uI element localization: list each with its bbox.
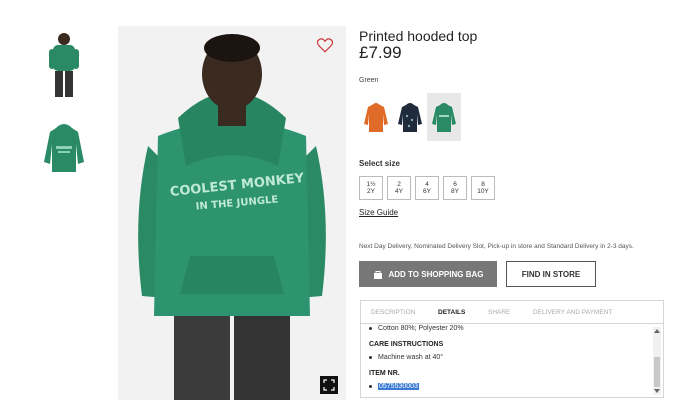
scroll-down-icon[interactable]	[654, 389, 660, 393]
care-text: Machine wash at 40°	[378, 354, 444, 361]
size-bottom: 6Y	[423, 188, 431, 195]
size-option[interactable]: 1½ 2Y	[359, 176, 383, 200]
care-item: Machine wash at 40°	[369, 354, 443, 361]
composition-item: Cotton 80%; Polyester 20%	[369, 325, 464, 332]
care-heading: CARE INSTRUCTIONS	[369, 341, 444, 348]
product-price: £7.99	[359, 43, 402, 62]
size-bottom: 8Y	[451, 188, 459, 195]
main-product-image: COOLEST MONKEY IN THE JUNGLE	[118, 26, 346, 400]
wishlist-heart-icon[interactable]	[316, 36, 334, 54]
size-bottom: 4Y	[395, 188, 403, 195]
size-option[interactable]: 2 4Y	[387, 176, 411, 200]
size-option[interactable]: 4 6Y	[415, 176, 439, 200]
green-hoodie-icon	[432, 103, 456, 132]
thumbnail-product[interactable]	[40, 112, 88, 184]
size-top: 8	[481, 181, 485, 188]
tab-details[interactable]: DETAILS	[438, 309, 465, 316]
add-to-bag-label: ADD TO SHOPPING BAG	[388, 269, 484, 279]
select-size-label: Select size	[359, 159, 400, 168]
size-options: 1½ 2Y 2 4Y 4 6Y 6 8Y 8 10Y	[359, 176, 495, 200]
model-figure	[138, 34, 326, 400]
scroll-thumb[interactable]	[654, 357, 660, 387]
shopping-bag-icon	[373, 270, 382, 279]
scroll-up-icon[interactable]	[654, 329, 660, 333]
tab-bar: DESCRIPTION DETAILS SHARE DELIVERY AND P…	[361, 301, 663, 324]
item-nr-item: 0575530003	[369, 383, 419, 390]
swatch-orange[interactable]	[359, 93, 393, 141]
size-top: 2	[397, 181, 401, 188]
thumbnail-model-image	[49, 33, 79, 97]
tab-delivery-payment[interactable]: DELIVERY AND PAYMENT	[533, 309, 612, 316]
orange-hoodie-icon	[364, 103, 388, 132]
tab-share[interactable]: SHARE	[488, 309, 510, 316]
size-top: 4	[425, 181, 429, 188]
selected-color-name: Green	[359, 77, 379, 84]
size-option[interactable]: 8 10Y	[471, 176, 495, 200]
details-scrollbar[interactable]	[653, 327, 661, 395]
size-bottom: 10Y	[477, 188, 489, 195]
item-number-text: 0575530003	[378, 383, 419, 390]
size-top: 1½	[366, 181, 376, 188]
size-bottom: 2Y	[367, 188, 375, 195]
fullscreen-icon[interactable]	[320, 376, 338, 394]
thumbnail-product-image	[44, 124, 84, 172]
product-title: Printed hooded top	[359, 28, 478, 44]
product-info-tabs: DESCRIPTION DETAILS SHARE DELIVERY AND P…	[360, 300, 664, 398]
swatch-navy[interactable]	[393, 93, 427, 141]
size-option[interactable]: 6 8Y	[443, 176, 467, 200]
find-in-store-label: FIND IN STORE	[521, 269, 581, 279]
size-guide-link[interactable]: Size Guide	[359, 208, 398, 217]
thumbnail-model[interactable]	[40, 28, 88, 100]
size-top: 6	[453, 181, 457, 188]
find-in-store-button[interactable]: FIND IN STORE	[506, 261, 596, 287]
composition-text: Cotton 80%; Polyester 20%	[378, 325, 464, 332]
item-nr-heading: ITEM NR.	[369, 370, 400, 377]
tab-description[interactable]: DESCRIPTION	[371, 309, 415, 316]
swatch-green-selected[interactable]	[427, 93, 461, 141]
delivery-info: Next Day Delivery, Nominated Delivery Sl…	[359, 243, 634, 250]
navy-hoodie-icon	[398, 103, 422, 132]
add-to-bag-button[interactable]: ADD TO SHOPPING BAG	[359, 261, 497, 287]
